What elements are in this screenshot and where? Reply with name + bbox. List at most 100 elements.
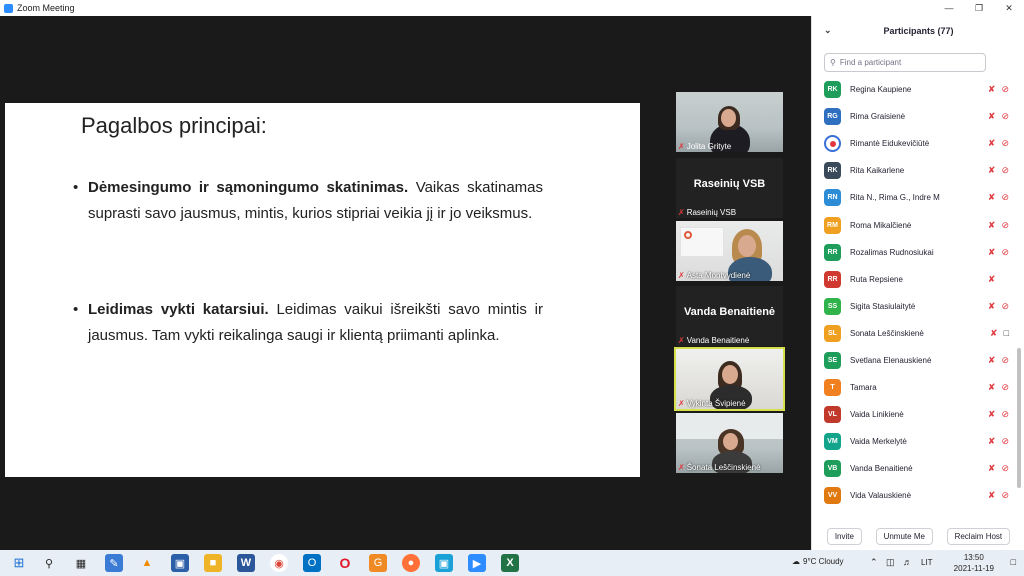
video-off-icon: ⊘ [1001, 219, 1009, 230]
video-tile[interactable]: ✗ Asta Montvydienė [676, 221, 783, 281]
word-icon[interactable]: W [237, 554, 255, 572]
participant-name: Roma Mikalčienė [850, 220, 912, 230]
avatar: T [824, 379, 841, 397]
mic-muted-icon: ✗ [678, 208, 685, 217]
participant-row[interactable]: RK Rita Kaikarlene ✘ ⊘ [812, 157, 1024, 184]
avatar: SE [824, 351, 841, 369]
reclaim-host-button[interactable]: Reclaim Host [946, 527, 1011, 545]
windows-start-icon[interactable]: ⊞ [10, 554, 28, 572]
zoom-app-icon [4, 3, 13, 13]
notification-icon[interactable]: □ [1011, 557, 1016, 567]
bullet-bold: Dėmesingumo ir sąmoningumo skatinimas. [88, 179, 409, 196]
avatar: VB [824, 460, 841, 478]
search-icon[interactable]: ⚲ [40, 554, 58, 572]
participant-row[interactable]: VB Vanda Benaitienė ✘ ⊘ [812, 455, 1024, 482]
scrollbar-thumb[interactable] [1017, 348, 1021, 488]
language-indicator[interactable]: LIT [921, 558, 933, 567]
window-controls: — ❐ ✕ [934, 0, 1024, 16]
mic-muted-icon: ✘ [987, 382, 996, 393]
maximize-button[interactable]: ❐ [964, 0, 994, 16]
video-tile[interactable]: ✗ Šonata Leščinskienė [676, 413, 783, 473]
tile-name: Vanda Benaitienė [686, 336, 750, 345]
chevron-down-icon[interactable]: ⌄ [824, 25, 832, 36]
search-icon: ⚲ [830, 58, 836, 67]
participant-row[interactable]: VV Vida Valauskienė ✘ ⊘ [812, 482, 1024, 509]
participant-row[interactable]: VM Vaida Merkelytė ✘ ⊘ [812, 428, 1024, 455]
app-icon[interactable]: ▣ [435, 554, 453, 572]
panel-title: Participants (77) [883, 26, 954, 36]
participant-status-icons: ✘⊘ [988, 138, 1009, 149]
participant-row[interactable]: Rimantė Eidukevičiūtė ✘ ⊘ [812, 130, 1024, 157]
participant-status-icons: ✘⊘ [988, 490, 1009, 501]
avatar: RM [824, 216, 841, 234]
vlc-icon[interactable]: ▲ [138, 554, 156, 572]
app-icon[interactable]: ✎ [105, 554, 123, 572]
participant-row[interactable]: RN Rita N., Rima G., Indre M ✘ ⊘ [812, 184, 1024, 211]
participant-name: Vida Valauskienė [850, 491, 912, 501]
participant-row[interactable]: SL Sonata Leščinskienė ✘ □ [812, 320, 1024, 347]
active-speaker-tile[interactable]: ✗ Vykinta Švipienė [674, 347, 785, 411]
store-icon[interactable]: ▣ [171, 554, 189, 572]
firefox-icon[interactable]: ● [402, 554, 420, 572]
mic-muted-icon: ✗ [678, 336, 685, 345]
avatar: RR [824, 270, 841, 288]
tile-name: Šonata Leščinskienė [686, 463, 761, 472]
task-view-icon[interactable]: ▦ [72, 554, 90, 572]
slide-title: Pagalbos principai: [81, 113, 267, 138]
zoom-icon[interactable]: ▶ [468, 554, 486, 572]
mic-muted-icon: ✘ [987, 192, 996, 203]
participant-row[interactable]: SE Svetlana Elenauskienė ✘ ⊘ [812, 347, 1024, 374]
participant-row[interactable]: VL Vaida Linikienė ✘ ⊘ [812, 401, 1024, 428]
tile-name: Asta Montvydienė [686, 271, 751, 280]
shared-screen-slide: Pagalbos principai: • Dėmesingumo ir sąm… [5, 103, 640, 477]
participant-name: Tamara [850, 383, 877, 393]
slide-bullet: • Dėmesingumo ir sąmoningumo skatinimas.… [73, 175, 543, 227]
panel-header: ⌄ Participants (77) [812, 16, 1024, 46]
minimize-button[interactable]: — [934, 0, 964, 16]
tile-name: Raseinių VSB [686, 208, 737, 217]
tile-name: Jolita Grityte [686, 142, 732, 151]
tile-display-name: Raseinių VSB [693, 178, 766, 190]
participant-list: RK Regina Kaupiene ✘ ⊘ RG Rima Graisienė ✘ ⊘ Rim… [812, 76, 1024, 510]
tile-display-name: Vanda Benaitienė [683, 306, 776, 318]
mic-muted-icon: ✘ [987, 354, 996, 365]
participant-row[interactable]: RR Ruta Repsiene ✘⊘ [812, 266, 1024, 293]
participant-status-icons: ✘⊘ [988, 192, 1009, 203]
meeting-area: Pagalbos principai: • Dėmesingumo ir sąm… [0, 16, 811, 550]
close-button[interactable]: ✕ [994, 0, 1024, 16]
file-explorer-icon[interactable]: ■ [204, 554, 222, 572]
scrollbar[interactable] [1017, 78, 1021, 522]
weather-widget[interactable]: ☁ 9°C Cloudy [792, 557, 844, 566]
mic-muted-icon: ✘ [987, 490, 996, 501]
participant-row[interactable]: T Tamara ✘ ⊘ [812, 374, 1024, 401]
chevron-up-icon[interactable]: ⌃ [870, 557, 878, 568]
participant-row[interactable]: SS Sigita Stasiulaitytė ✘ ⊘ [812, 293, 1024, 320]
participant-status-icons: ✘⊘ [988, 111, 1009, 122]
participant-row[interactable]: RR Rozalimas Rudnosiukai ✘ ⊘ [812, 239, 1024, 266]
participant-search-input[interactable]: ⚲ Find a participant [824, 53, 986, 72]
window-titlebar: Zoom Meeting — ❐ ✕ [0, 0, 1024, 16]
app-icon[interactable]: G [369, 554, 387, 572]
participant-row[interactable]: RG Rima Graisienė ✘ ⊘ [812, 103, 1024, 130]
participant-row[interactable]: RM Roma Mikalčienė ✘ ⊘ [812, 211, 1024, 238]
video-off-icon: ⊘ [1001, 354, 1009, 365]
volume-icon[interactable]: ♬ [903, 557, 912, 567]
mic-muted-icon: ✘ [987, 138, 996, 149]
panel-footer: Invite Unmute Me Reclaim Host [812, 522, 1024, 550]
invite-button[interactable]: Invite [826, 527, 862, 545]
participant-name: Rita Kaikarlene [850, 166, 905, 176]
chrome-icon[interactable]: ◉ [270, 554, 288, 572]
participant-name: Vaida Linikienė [850, 410, 904, 420]
network-icon[interactable]: ◫ [886, 557, 895, 568]
participant-row[interactable]: RK Regina Kaupiene ✘ ⊘ [812, 76, 1024, 103]
video-tile[interactable]: Vanda Benaitienė ✗ Vanda Benaitienė [676, 286, 783, 346]
excel-icon[interactable]: X [501, 554, 519, 572]
outlook-icon[interactable]: O [303, 554, 321, 572]
video-off-icon: ⊘ [1001, 138, 1009, 149]
clock[interactable]: 13:50 2021-11-19 [954, 552, 994, 574]
opera-icon[interactable]: O [336, 554, 354, 572]
video-tile[interactable]: Raseinių VSB ✗ Raseinių VSB [676, 158, 783, 218]
video-off-icon: ⊘ [1001, 463, 1009, 474]
video-tile[interactable]: ✗ Jolita Grityte [676, 92, 783, 152]
unmute-me-button[interactable]: Unmute Me [875, 527, 933, 545]
